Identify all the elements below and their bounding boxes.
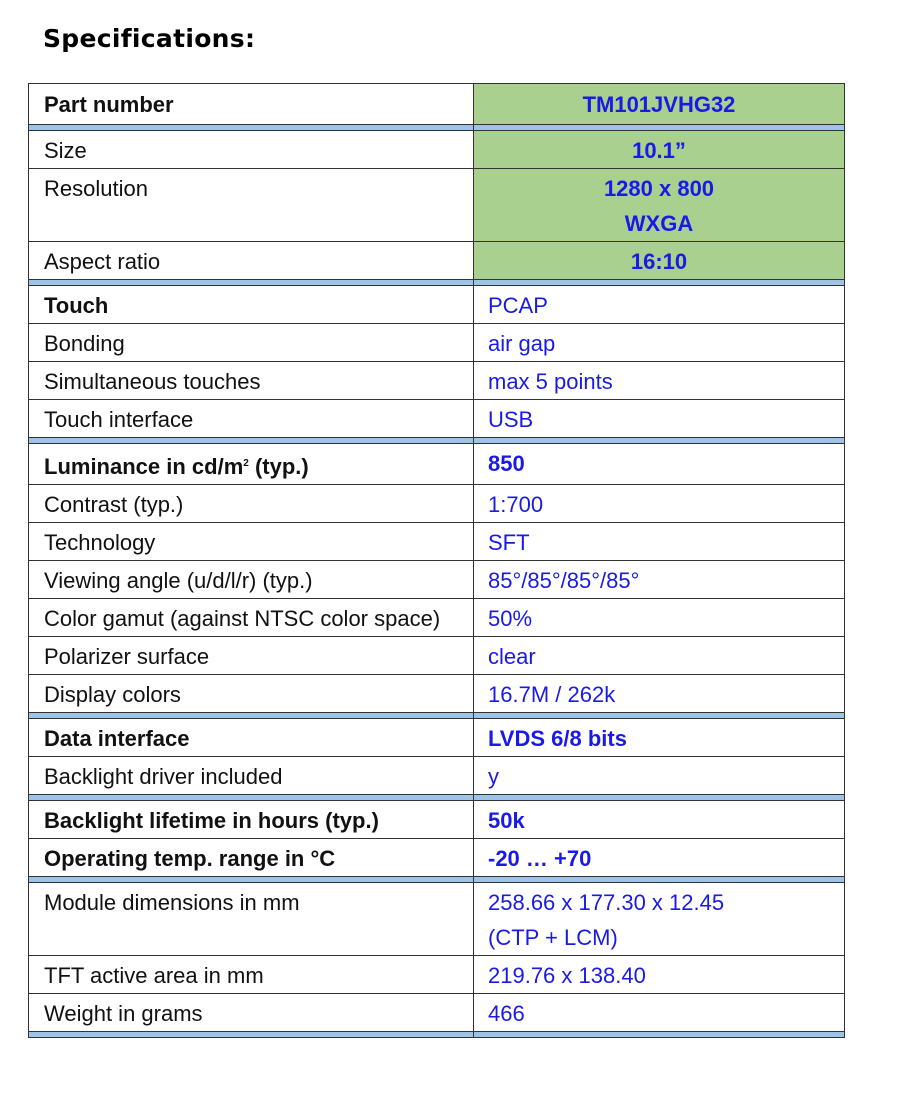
table-row-bonding: Bonding air gap	[28, 323, 845, 362]
spec-label: Polarizer surface	[28, 636, 474, 675]
table-row-operating-temp: Operating temp. range in °C -20 … +70	[28, 838, 845, 877]
table-row-data-interface: Data interface LVDS 6/8 bits	[28, 718, 845, 757]
table-row-touch: Touch PCAP	[28, 285, 845, 324]
spec-value: 219.76 x 138.40	[473, 955, 845, 994]
table-row-technology: Technology SFT	[28, 522, 845, 561]
spec-label: Aspect ratio	[28, 241, 474, 280]
spec-label: Touch	[28, 285, 474, 324]
label-text: Luminance in cd/m	[44, 454, 244, 479]
spec-label: TFT active area in mm	[28, 955, 474, 994]
spec-value: SFT	[473, 522, 845, 561]
table-row-aspect-ratio: Aspect ratio 16:10	[28, 241, 845, 280]
spec-label: Part number	[28, 83, 474, 125]
spec-label: Operating temp. range in °C	[28, 838, 474, 877]
label-text: (typ.)	[248, 454, 309, 479]
spec-label: Resolution	[28, 168, 474, 242]
spec-value: PCAP	[473, 285, 845, 324]
spec-value: 258.66 x 177.30 x 12.45 (CTP + LCM)	[473, 882, 845, 956]
spec-label: Luminance in cd/m2 (typ.)	[28, 443, 474, 485]
table-row-backlight-driver: Backlight driver included y	[28, 756, 845, 795]
table-row-touch-interface: Touch interface USB	[28, 399, 845, 438]
spec-value-line: (CTP + LCM)	[488, 925, 618, 950]
table-row-contrast: Contrast (typ.) 1:700	[28, 484, 845, 523]
spec-value-line: WXGA	[624, 211, 694, 236]
table-row-weight: Weight in grams 466	[28, 993, 845, 1032]
spec-value: TM101JVHG32	[473, 83, 845, 125]
spec-label: Viewing angle (u/d/l/r) (typ.)	[28, 560, 474, 599]
spec-value-line: 1280 x 800	[603, 176, 715, 201]
table-row-display-colors: Display colors 16.7M / 262k	[28, 674, 845, 713]
spec-value: max 5 points	[473, 361, 845, 400]
spec-value: 85°/85°/85°/85°	[473, 560, 845, 599]
spec-value: 16:10	[473, 241, 845, 280]
table-row-part-number: Part number TM101JVHG32	[28, 83, 845, 125]
spec-label: Size	[28, 130, 474, 169]
spec-value: 850	[473, 443, 845, 485]
spec-label: Technology	[28, 522, 474, 561]
spec-label: Data interface	[28, 718, 474, 757]
table-row-polarizer-surface: Polarizer surface clear	[28, 636, 845, 675]
table-row-color-gamut: Color gamut (against NTSC color space) 5…	[28, 598, 845, 637]
spec-value: air gap	[473, 323, 845, 362]
table-row-luminance: Luminance in cd/m2 (typ.) 850	[28, 443, 845, 485]
spec-value: 10.1”	[473, 130, 845, 169]
spec-label: Backlight lifetime in hours (typ.)	[28, 800, 474, 839]
spec-value: y	[473, 756, 845, 795]
spec-value: 50%	[473, 598, 845, 637]
spec-value: 50k	[473, 800, 845, 839]
spec-label: Bonding	[28, 323, 474, 362]
spec-value: LVDS 6/8 bits	[473, 718, 845, 757]
spec-value: USB	[473, 399, 845, 438]
spec-label: Color gamut (against NTSC color space)	[28, 598, 474, 637]
spec-label: Touch interface	[28, 399, 474, 438]
spec-label: Backlight driver included	[28, 756, 474, 795]
spec-value: 1280 x 800 WXGA	[473, 168, 845, 242]
spec-value: 16.7M / 262k	[473, 674, 845, 713]
table-row-simultaneous-touches: Simultaneous touches max 5 points	[28, 361, 845, 400]
spec-label: Weight in grams	[28, 993, 474, 1032]
spec-label: Contrast (typ.)	[28, 484, 474, 523]
table-row-active-area: TFT active area in mm 219.76 x 138.40	[28, 955, 845, 994]
spec-value: -20 … +70	[473, 838, 845, 877]
table-row-resolution: Resolution 1280 x 800 WXGA	[28, 168, 845, 242]
spec-label: Display colors	[28, 674, 474, 713]
section-separator	[28, 1031, 845, 1038]
specifications-table: Part number TM101JVHG32 Size 10.1” Resol…	[28, 83, 845, 1038]
page-title: Specifications:	[43, 24, 256, 53]
spec-label: Module dimensions in mm	[28, 882, 474, 956]
table-row-module-dimensions: Module dimensions in mm 258.66 x 177.30 …	[28, 882, 845, 956]
table-row-backlight-lifetime: Backlight lifetime in hours (typ.) 50k	[28, 800, 845, 839]
spec-label: Simultaneous touches	[28, 361, 474, 400]
spec-value-line: 258.66 x 177.30 x 12.45	[488, 890, 725, 915]
table-row-viewing-angle: Viewing angle (u/d/l/r) (typ.) 85°/85°/8…	[28, 560, 845, 599]
spec-value: clear	[473, 636, 845, 675]
table-row-size: Size 10.1”	[28, 130, 845, 169]
spec-value: 1:700	[473, 484, 845, 523]
spec-value: 466	[473, 993, 845, 1032]
